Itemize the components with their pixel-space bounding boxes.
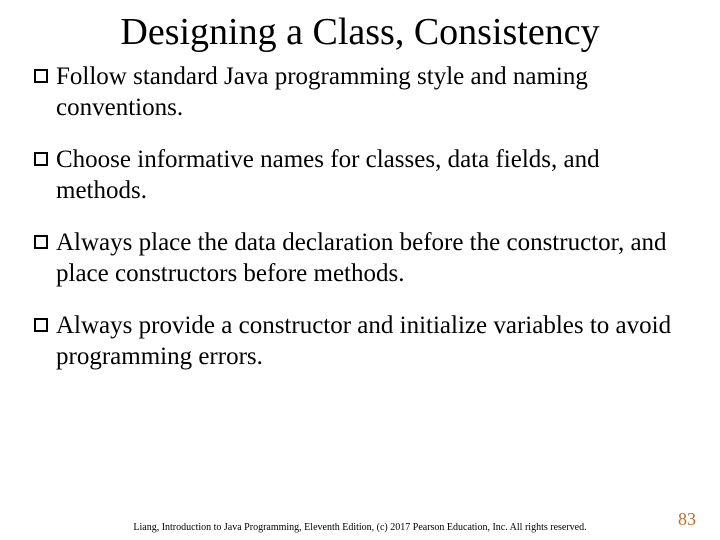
bullet-item: Always place the data declaration before… [34,228,686,289]
footer-text: Liang, Introduction to Java Programming,… [0,522,720,534]
square-bullet-icon [34,235,48,249]
globe-icon [560,370,710,520]
slide: Designing a Class, Consistency Follow st… [0,0,720,540]
bullet-text: Follow standard Java programming style a… [56,62,686,123]
square-bullet-icon [34,69,48,83]
bullet-text: Always place the data declaration before… [56,228,686,289]
slide-title: Designing a Class, Consistency [0,0,720,62]
slide-body: Follow standard Java programming style a… [0,62,720,372]
bullet-item: Follow standard Java programming style a… [34,62,686,123]
bullet-text: Always provide a constructor and initial… [56,311,686,372]
square-bullet-icon [34,152,48,166]
bullet-item: Always provide a constructor and initial… [34,311,686,372]
bullet-item: Choose informative names for classes, da… [34,145,686,206]
square-bullet-icon [34,318,48,332]
bullet-text: Choose informative names for classes, da… [56,145,686,206]
page-number: 83 [678,509,696,530]
